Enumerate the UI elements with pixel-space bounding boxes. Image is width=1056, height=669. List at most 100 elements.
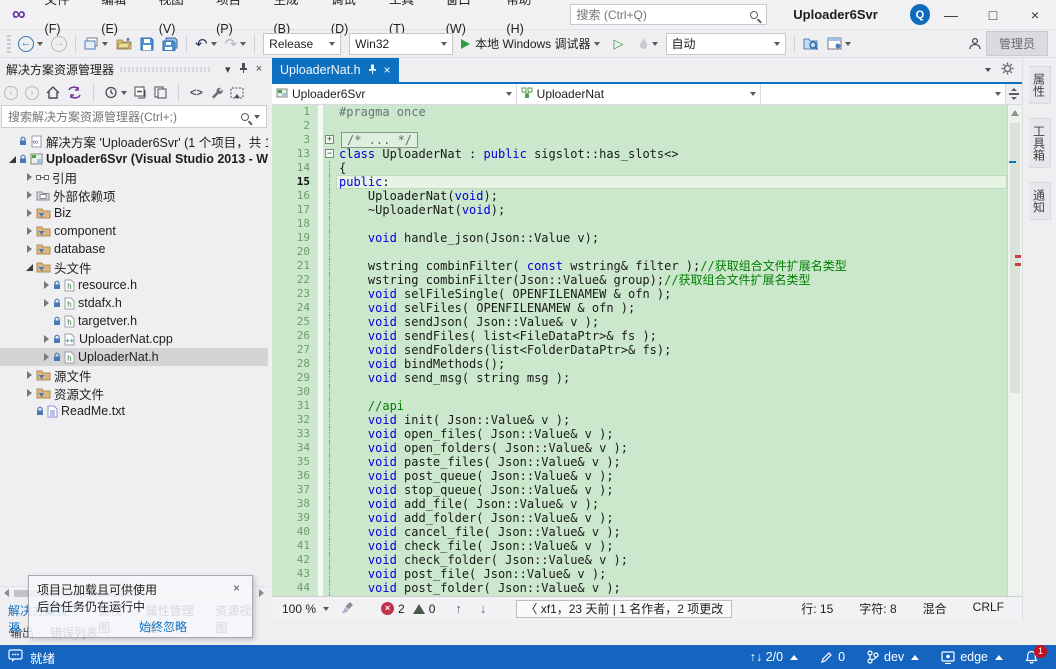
fold-margin[interactable]: − bbox=[323, 147, 336, 161]
tab-pin-icon[interactable] bbox=[368, 63, 377, 77]
tree-item[interactable]: component bbox=[0, 222, 268, 240]
tree-item[interactable]: hresource.h bbox=[0, 276, 268, 294]
error-indicator[interactable]: ×2 bbox=[381, 602, 405, 616]
code-line[interactable]: 13−class UploaderNat : public sigslot::h… bbox=[272, 147, 1007, 161]
account-avatar[interactable]: Q bbox=[910, 4, 930, 25]
find-in-files-button[interactable] bbox=[800, 33, 822, 55]
toast-close-icon[interactable]: × bbox=[229, 581, 244, 598]
project-dropdown[interactable]: Uploader6Svr bbox=[272, 84, 517, 104]
code-line[interactable]: 37 void stop_queue( Json::Value& v ); bbox=[272, 483, 1007, 497]
prev-issue-arrow[interactable]: ↑ bbox=[455, 601, 462, 616]
split-window-handle[interactable] bbox=[1006, 84, 1022, 104]
notifications-bell-button[interactable]: 1 bbox=[1025, 650, 1038, 664]
editor-gear-icon[interactable] bbox=[1001, 62, 1014, 78]
tree-item[interactable]: hUploaderNat.h bbox=[0, 348, 268, 366]
se-forward-icon[interactable]: › bbox=[25, 86, 39, 100]
scrollbar-thumb[interactable] bbox=[1010, 123, 1020, 393]
profile-dropdown[interactable]: 自动 bbox=[666, 33, 786, 55]
tree-item[interactable]: ∞解决方案 'Uploader6Svr' (1 个项目，共 1 个) bbox=[0, 132, 268, 150]
code-line[interactable]: 40 void cancel_file( Json::Value& v ); bbox=[272, 525, 1007, 539]
code-line[interactable]: 44 void post_folder( Json::Value& v ); bbox=[272, 581, 1007, 595]
scroll-right-icon[interactable] bbox=[259, 589, 264, 597]
solution-settings-button[interactable] bbox=[824, 33, 854, 55]
configuration-dropdown[interactable]: Release bbox=[263, 33, 341, 55]
chevron-collapsed-icon[interactable] bbox=[40, 335, 53, 343]
next-issue-arrow[interactable]: ↓ bbox=[480, 601, 487, 616]
se-back-icon[interactable]: ‹ bbox=[4, 86, 18, 100]
pending-edits-button[interactable]: 0 bbox=[820, 650, 845, 664]
quick-search-input[interactable] bbox=[577, 8, 751, 22]
chevron-collapsed-icon[interactable] bbox=[23, 227, 36, 235]
window-position-icon[interactable]: ▾ bbox=[225, 63, 231, 76]
code-line[interactable]: 16 UploaderNat(void); bbox=[272, 189, 1007, 203]
code-line[interactable]: 30 bbox=[272, 385, 1007, 399]
warning-indicator[interactable]: 0 bbox=[413, 602, 436, 616]
profiler-button[interactable] bbox=[635, 33, 661, 55]
tree-item[interactable]: 资源文件 bbox=[0, 384, 268, 402]
type-dropdown[interactable]: UploaderNat bbox=[517, 84, 762, 104]
code-line[interactable]: 21 wstring combinFilter( const wstring& … bbox=[272, 259, 1007, 273]
chevron-collapsed-icon[interactable] bbox=[23, 389, 36, 397]
column-indicator[interactable]: 字符: 8 bbox=[859, 600, 896, 617]
chevron-collapsed-icon[interactable] bbox=[40, 281, 53, 289]
sync-active-document-icon[interactable] bbox=[67, 86, 82, 99]
code-editor[interactable]: 1#pragma once23+/* ... */13−class Upload… bbox=[272, 105, 1022, 596]
code-line[interactable]: 39 void add_folder( Json::Value& v ); bbox=[272, 511, 1007, 525]
solution-search-input[interactable] bbox=[8, 110, 241, 124]
collapse-all-icon[interactable] bbox=[134, 86, 147, 99]
eol-indicator[interactable]: CRLF bbox=[973, 600, 1004, 617]
code-line[interactable]: 36 void post_queue( Json::Value& v ); bbox=[272, 469, 1007, 483]
code-line[interactable]: 38 void add_file( Json::Value& v ); bbox=[272, 497, 1007, 511]
code-line[interactable]: 1#pragma once bbox=[272, 105, 1007, 119]
minimize-button[interactable]: — bbox=[930, 0, 972, 29]
code-line[interactable]: 20 bbox=[272, 245, 1007, 259]
indent-mode-indicator[interactable]: 混合 bbox=[923, 600, 947, 617]
show-all-files-icon[interactable] bbox=[154, 86, 167, 99]
tab-notifications[interactable]: 通知 bbox=[1029, 182, 1051, 220]
tree-item[interactable]: Uploader6Svr (Visual Studio 2013 - Wi bbox=[0, 150, 268, 168]
tab-toolbox[interactable]: 工具箱 bbox=[1029, 118, 1051, 168]
scroll-up-icon[interactable] bbox=[1011, 110, 1019, 116]
chevron-collapsed-icon[interactable] bbox=[40, 299, 53, 307]
start-without-debug-button[interactable]: ▷ bbox=[605, 33, 633, 55]
expand-region-icon[interactable]: + bbox=[325, 135, 334, 144]
code-line[interactable]: 23 void selFileSingle( OPENFILENAMEW & o… bbox=[272, 287, 1007, 301]
code-line[interactable]: 26 void sendFiles( list<FileDataPtr>& fs… bbox=[272, 329, 1007, 343]
save-all-button[interactable] bbox=[159, 33, 181, 55]
new-item-button[interactable] bbox=[81, 33, 111, 55]
scroll-left-icon[interactable] bbox=[4, 589, 9, 597]
sync-commits-button[interactable]: ↑↓ 2/0 bbox=[750, 650, 798, 664]
start-debug-button[interactable]: 本地 Windows 调试器 bbox=[458, 33, 602, 55]
zoom-dropdown[interactable]: 100 % bbox=[278, 602, 333, 616]
code-line[interactable]: 24 void selFiles( OPENFILENAMEW & ofn ); bbox=[272, 301, 1007, 315]
chevron-collapsed-icon[interactable] bbox=[23, 209, 36, 217]
branch-button[interactable]: dev bbox=[867, 650, 919, 664]
chevron-collapsed-icon[interactable] bbox=[23, 371, 36, 379]
redo-button[interactable]: ↷ bbox=[222, 33, 250, 55]
code-line[interactable]: 15public: bbox=[272, 175, 1007, 189]
repository-button[interactable]: edge bbox=[941, 650, 1003, 664]
document-tab[interactable]: UploaderNat.h × bbox=[272, 58, 399, 82]
chevron-collapsed-icon[interactable] bbox=[40, 353, 53, 361]
tree-item[interactable]: hstdafx.h bbox=[0, 294, 268, 312]
tab-close-icon[interactable]: × bbox=[384, 63, 391, 77]
properties-wrench-icon[interactable] bbox=[210, 86, 223, 99]
line-indicator[interactable]: 行: 15 bbox=[801, 600, 833, 617]
home-icon[interactable] bbox=[46, 86, 60, 99]
collapse-region-icon[interactable]: − bbox=[325, 149, 334, 158]
quick-search-box[interactable] bbox=[570, 4, 768, 25]
code-line[interactable]: 33 void open_files( Json::Value& v ); bbox=[272, 427, 1007, 441]
code-line[interactable]: 19 void handle_json(Json::Value v); bbox=[272, 231, 1007, 245]
code-line[interactable]: 17 ~UploaderNat(void); bbox=[272, 203, 1007, 217]
chevron-collapsed-icon[interactable] bbox=[23, 191, 36, 199]
tree-item[interactable]: 源文件 bbox=[0, 366, 268, 384]
chevron-collapsed-icon[interactable] bbox=[23, 173, 36, 181]
tab-properties[interactable]: 属性 bbox=[1029, 66, 1051, 104]
code-line[interactable]: 32 void init( Json::Value& v ); bbox=[272, 413, 1007, 427]
fold-margin[interactable]: + bbox=[323, 133, 336, 147]
tree-item[interactable]: htargetver.h bbox=[0, 312, 268, 330]
chevron-expanded-icon[interactable] bbox=[23, 264, 36, 271]
code-line[interactable]: 18 bbox=[272, 217, 1007, 231]
navigate-back-button[interactable]: ← bbox=[15, 33, 46, 55]
tree-item[interactable]: 头文件 bbox=[0, 258, 268, 276]
